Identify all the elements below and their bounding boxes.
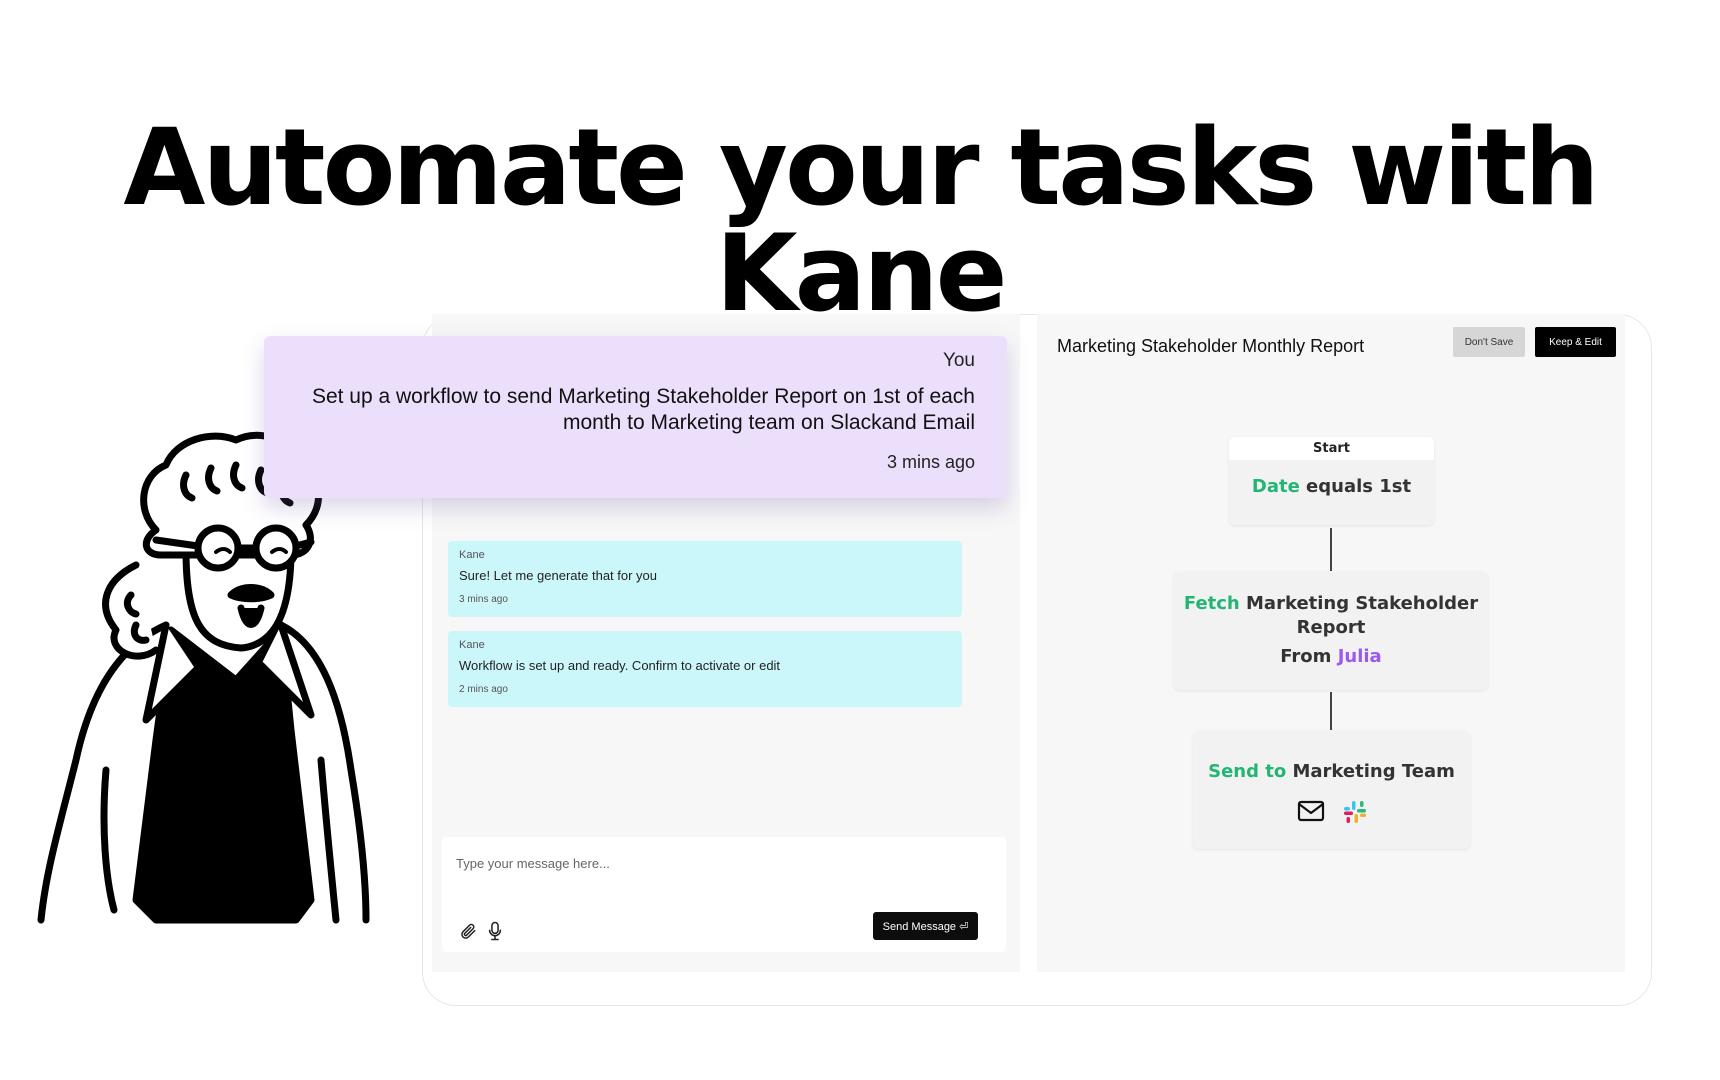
send-message-button[interactable]: Send Message ⏎ <box>873 912 978 940</box>
kane-message-sender: Kane <box>459 639 485 651</box>
workflow-fetch-node[interactable]: Fetch Marketing Stakeholder Report From … <box>1174 572 1488 690</box>
message-composer: Send Message ⏎ <box>442 837 1006 952</box>
send-channels <box>1193 800 1470 824</box>
message-input[interactable] <box>456 851 876 875</box>
kane-character-illustration <box>37 431 370 924</box>
fetch-node-action: Fetch Marketing Stakeholder Report <box>1174 592 1488 640</box>
keep-edit-button[interactable]: Keep & Edit <box>1535 327 1616 357</box>
workflow-connector <box>1330 692 1332 730</box>
microphone-icon[interactable] <box>487 921 503 941</box>
kane-message-bubble: Kane Sure! Let me generate that for you … <box>448 541 962 617</box>
kane-message-text: Sure! Let me generate that for you <box>459 568 658 583</box>
start-node-label: Start <box>1229 437 1434 460</box>
fetch-node-source: From Julia <box>1174 646 1488 667</box>
send-node-action: Send to Marketing Team <box>1193 761 1470 782</box>
kane-message-time: 2 mins ago <box>459 684 508 695</box>
start-node-condition: Date equals 1st <box>1229 476 1434 497</box>
page-headline: Automate your tasks with Kane <box>123 106 1599 335</box>
start-node-text: equals 1st <box>1299 476 1412 497</box>
workflow-title: Marketing Stakeholder Monthly Report <box>1057 336 1365 356</box>
send-node-text: Marketing Team <box>1286 761 1455 782</box>
kane-message-text: Workflow is set up and ready. Confirm to… <box>459 658 781 673</box>
kane-message-sender: Kane <box>459 549 485 561</box>
slack-icon <box>1343 801 1366 823</box>
fetch-node-from-value: Julia <box>1337 646 1382 667</box>
kane-message-time: 3 mins ago <box>459 594 508 605</box>
workflow-send-node[interactable]: Send to Marketing Team <box>1193 731 1470 849</box>
user-message-text: Set up a workflow to send Marketing Stak… <box>311 385 975 434</box>
user-message-time: 3 mins ago <box>886 452 975 472</box>
start-node-keyword: Date <box>1251 476 1300 497</box>
mail-icon <box>1297 800 1324 822</box>
dont-save-button[interactable]: Don't Save <box>1453 327 1525 357</box>
user-message-sender: You <box>942 350 975 371</box>
fetch-node-text: Marketing Stakeholder Report <box>1239 593 1479 638</box>
workflow-start-node[interactable]: Start Date equals 1st <box>1229 437 1434 525</box>
paperclip-icon[interactable] <box>459 922 477 940</box>
workflow-connector <box>1330 528 1332 571</box>
fetch-node-keyword: Fetch <box>1183 593 1240 614</box>
fetch-node-from-label: From <box>1280 646 1338 667</box>
send-node-keyword: Send to <box>1208 761 1287 782</box>
kane-message-bubble: Kane Workflow is set up and ready. Confi… <box>448 631 962 707</box>
user-message-bubble: You Set up a workflow to send Marketing … <box>264 336 1007 498</box>
